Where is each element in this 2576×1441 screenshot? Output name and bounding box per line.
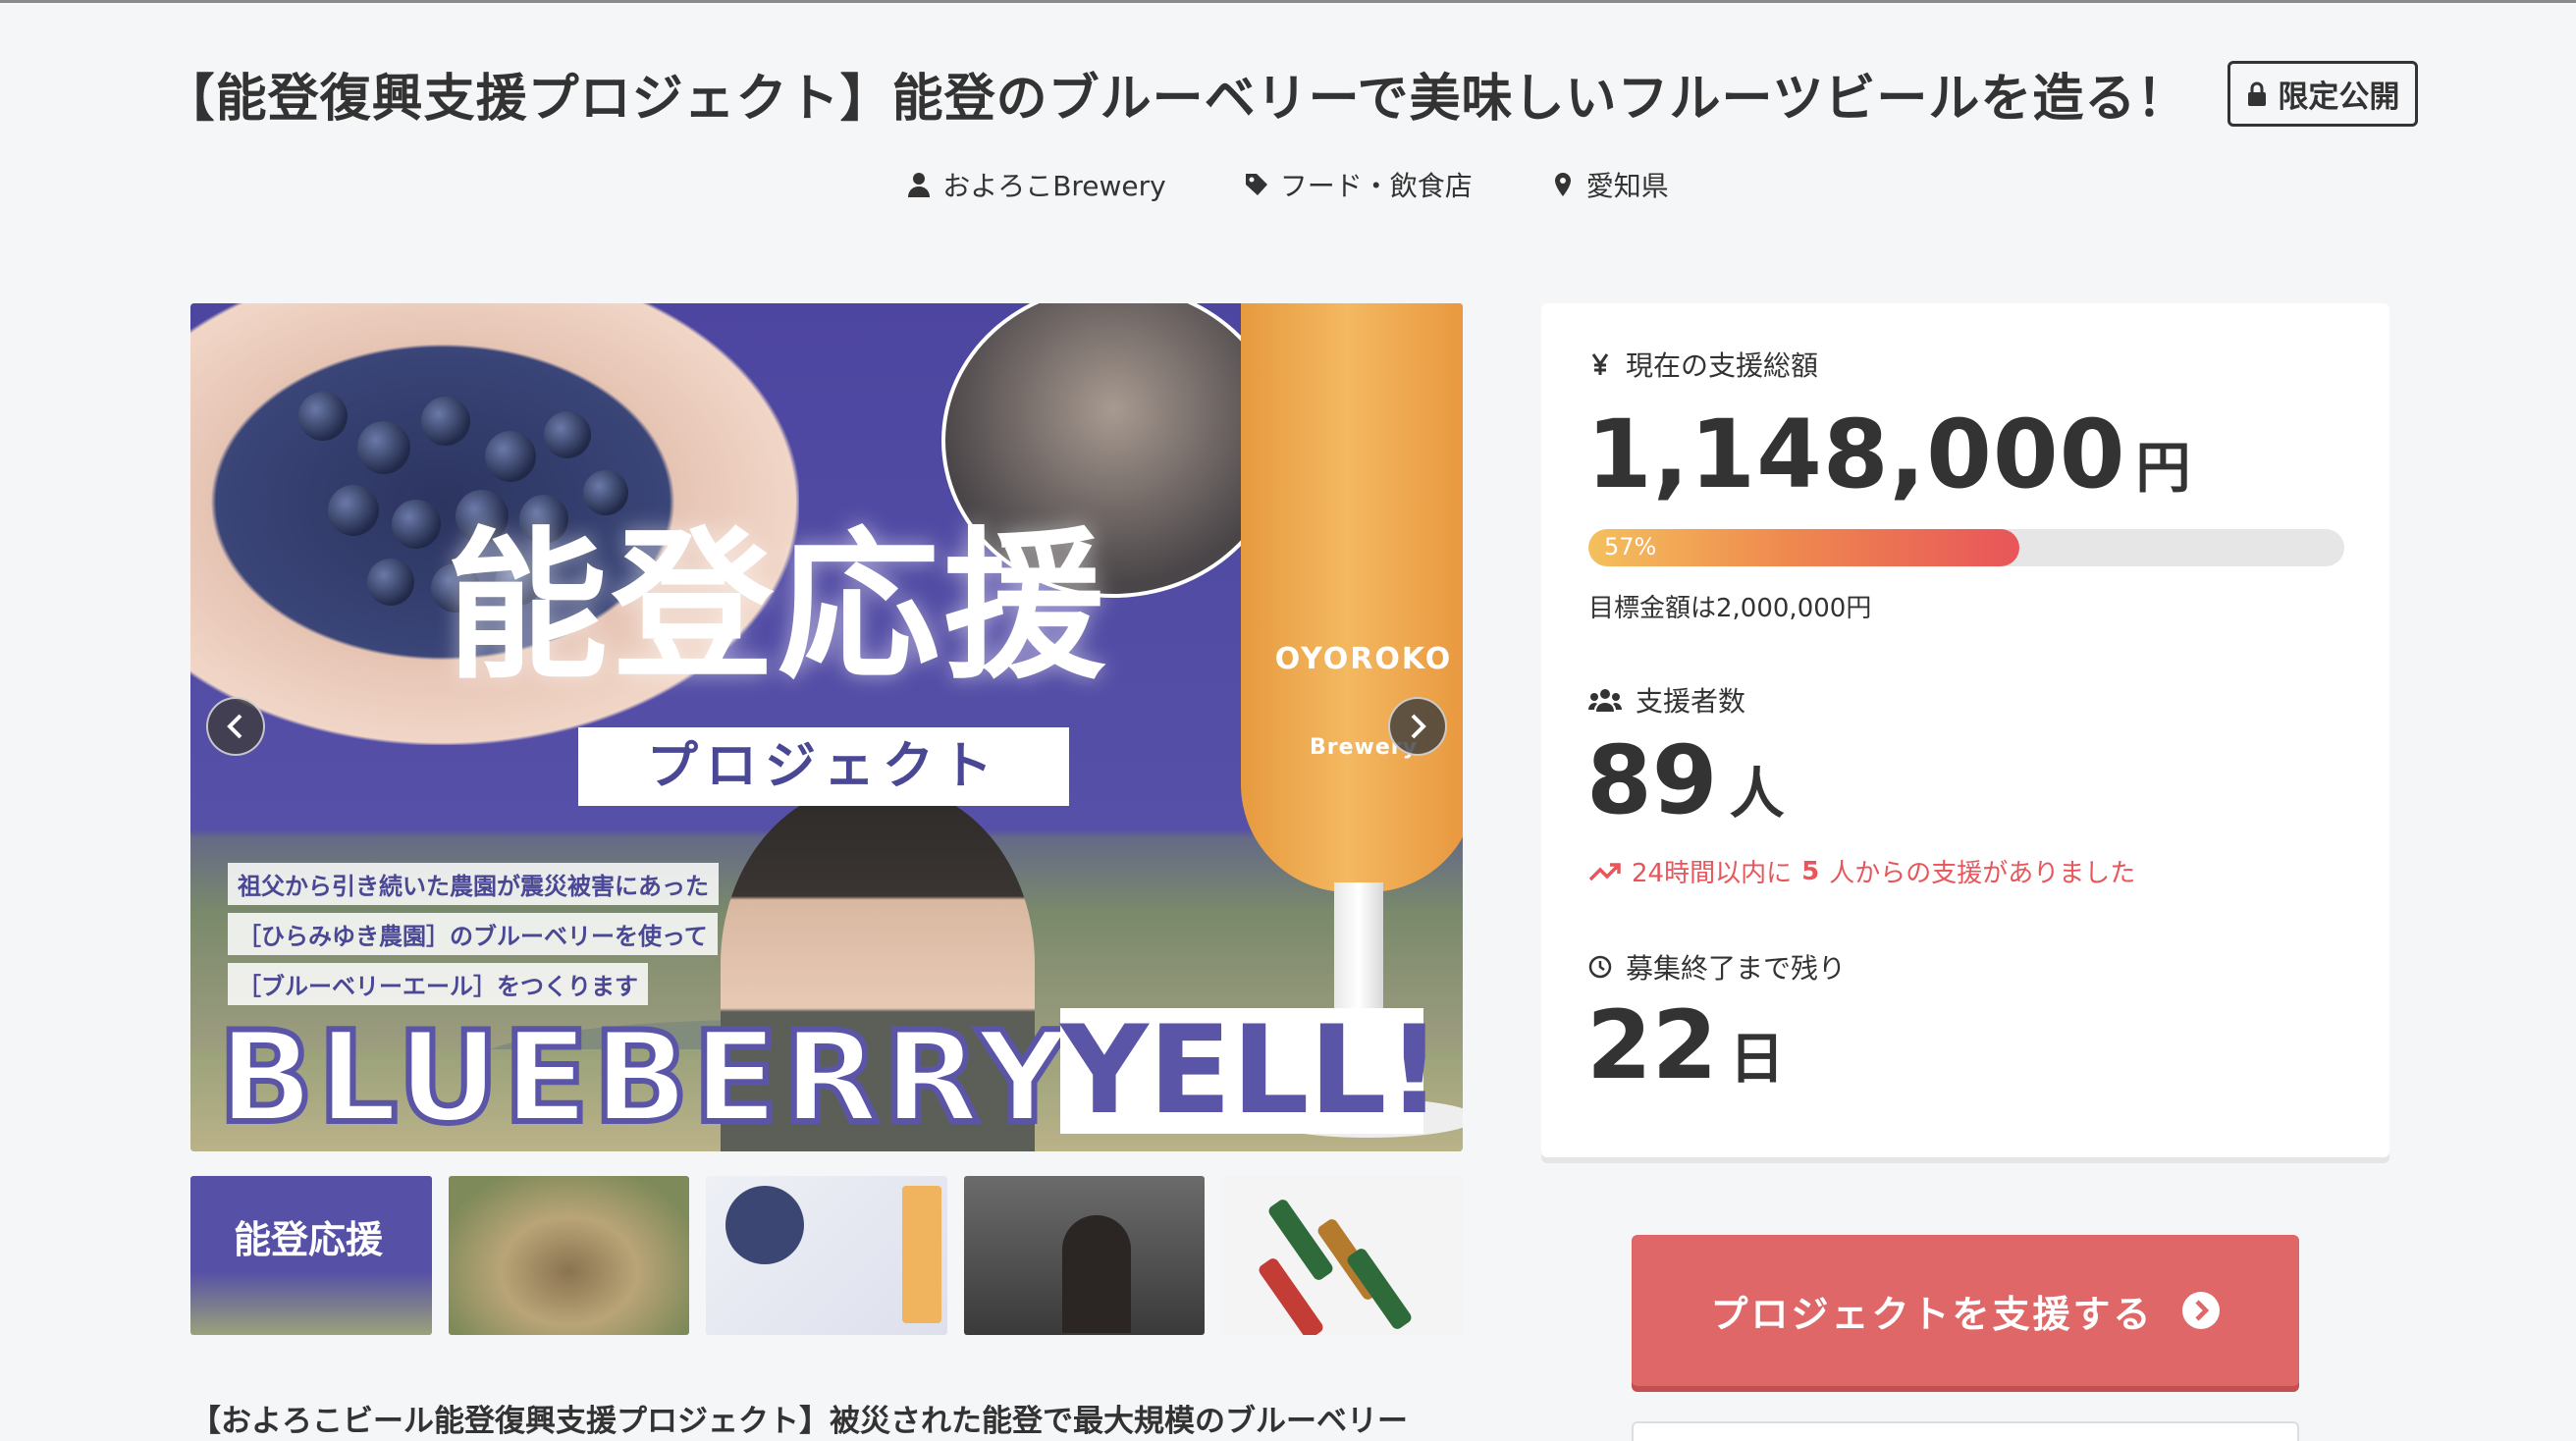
category-link[interactable]: フード・飲食店 xyxy=(1245,165,1473,204)
carousel-prev-button[interactable] xyxy=(206,697,265,756)
berry xyxy=(392,500,441,549)
tag-icon xyxy=(1245,174,1267,195)
top-border xyxy=(0,0,2576,3)
location-link[interactable]: 愛知県 xyxy=(1551,165,1669,204)
user-icon xyxy=(908,173,931,197)
thumbnail-1[interactable]: 能登応援 xyxy=(190,1176,432,1335)
hero-line: 祖父から引き続いた農園が震災被害にあった xyxy=(228,863,719,905)
thumbnail-strip: 能登応援 xyxy=(190,1176,1463,1335)
trend-suffix: 人からの支援がありました xyxy=(1829,859,2136,888)
total-amount-unit: 円 xyxy=(2135,437,2192,501)
total-label-row: 現在の支援総額 xyxy=(1588,345,1818,384)
trend-prefix: 24時間以内に xyxy=(1632,859,1793,888)
funding-stats-card: 現在の支援総額 1,148,000 円 57% 目標金額は2,000,000円 支… xyxy=(1541,303,2389,1157)
limited-badge-label: 限定公開 xyxy=(2278,80,2400,115)
owner-link[interactable]: およろこBrewery xyxy=(907,165,1166,204)
progress-fill: 57% xyxy=(1588,529,2019,566)
funding-progress-bar: 57% xyxy=(1588,529,2344,566)
hero-word-blueberry: BLUEBERRY xyxy=(215,1002,1072,1151)
location-name: 愛知県 xyxy=(1585,170,1669,202)
recent-support-note: 24時間以内に 5 人からの支援がありました xyxy=(1588,853,2135,889)
secondary-panel-edge xyxy=(1632,1421,2299,1441)
carousel-next-button[interactable] xyxy=(1388,697,1447,756)
remaining-label: 募集終了まで残り xyxy=(1626,952,1847,985)
map-pin-icon xyxy=(1554,173,1571,196)
thumbnail-1-text: 能登応援 xyxy=(234,1218,384,1261)
supporters-label: 支援者数 xyxy=(1636,685,1746,718)
thumbnail-4[interactable] xyxy=(963,1176,1206,1335)
berry xyxy=(367,559,414,606)
main-image-carousel[interactable]: OYOROKO Brewery 能登応援 プロジェクト 祖父から引き続いた農園が… xyxy=(190,303,1463,1151)
clock-icon xyxy=(1588,955,1612,979)
page-title: 【能登復興支援プロジェクト】能登のブルーベリーで美味しいフルーツビールを造る！ xyxy=(163,70,2189,129)
users-icon xyxy=(1588,689,1622,712)
title-row: 【能登復興支援プロジェクト】能登のブルーベリーで美味しいフルーツビールを造る！ … xyxy=(164,57,2419,131)
thumb-circle xyxy=(725,1186,805,1264)
project-meta: およろこBrewery フード・飲食店 愛知県 xyxy=(0,165,2576,204)
thumbnail-5[interactable] xyxy=(1221,1176,1463,1335)
arrow-circle-right-icon xyxy=(2181,1292,2220,1329)
berry xyxy=(328,485,379,536)
bottle xyxy=(1345,1246,1415,1332)
hero-line: ［ブルーベリーエール］をつくります xyxy=(228,963,648,1005)
thumb-glass xyxy=(902,1186,942,1323)
supporters-label-row: 支援者数 xyxy=(1588,680,1745,720)
brewery-logo-top: OYOROKO xyxy=(1274,642,1453,676)
thumbnail-2[interactable] xyxy=(448,1176,690,1335)
total-label: 現在の支援総額 xyxy=(1626,349,1819,382)
hero-subtitle: プロジェクト xyxy=(578,727,1069,806)
support-project-label: プロジェクトを支援する xyxy=(1710,1292,2154,1336)
remaining-days: 22 日 xyxy=(1586,990,1785,1100)
berry xyxy=(357,421,410,474)
chevron-right-icon xyxy=(1411,714,1426,739)
owner-name: およろこBrewery xyxy=(942,170,1166,202)
remaining-label-row: 募集終了まで残り xyxy=(1588,947,1846,987)
remaining-unit: 日 xyxy=(1729,1028,1785,1092)
support-project-button[interactable]: プロジェクトを支援する xyxy=(1632,1235,2299,1386)
hero-big-title: 能登応援 xyxy=(446,512,1109,701)
lock-icon xyxy=(2248,81,2267,106)
trend-count: 5 xyxy=(1801,856,1820,886)
berry xyxy=(421,397,470,446)
chevron-left-icon xyxy=(227,714,242,739)
hero-text-lines: 祖父から引き続いた農園が震災被害にあった ［ひらみゆき農園］のブルーベリーを使っ… xyxy=(228,863,719,1013)
hero-line: ［ひらみゆき農園］のブルーベリーを使って xyxy=(228,913,718,955)
remaining-value: 22 xyxy=(1586,990,1718,1100)
progress-percent: 57% xyxy=(1604,533,1657,560)
supporters-unit: 人 xyxy=(1729,763,1785,827)
supporters-value: 89 xyxy=(1586,725,1718,835)
goal-amount: 目標金額は2,000,000円 xyxy=(1588,594,1872,623)
berry xyxy=(298,392,348,441)
project-summary: 【およろこビール能登復興支援プロジェクト】被災された能登で最大規模のブルーベリー xyxy=(190,1404,1408,1439)
thumb-person xyxy=(1061,1215,1131,1333)
berry xyxy=(544,411,591,458)
hero-word-yell: YELL! xyxy=(1060,1000,1443,1142)
beer-glass xyxy=(1241,303,1463,892)
project-page: 【能登復興支援プロジェクト】能登のブルーベリーで美味しいフルーツビールを造る！ … xyxy=(0,0,2576,1441)
category-name: フード・飲食店 xyxy=(1279,170,1473,202)
total-amount: 1,148,000 円 xyxy=(1586,400,2192,509)
yen-icon xyxy=(1591,353,1609,375)
limited-badge: 限定公開 xyxy=(2227,61,2419,127)
supporters-count: 89 人 xyxy=(1586,725,1785,835)
thumbnail-3[interactable] xyxy=(706,1176,947,1335)
total-amount-value: 1,148,000 xyxy=(1586,400,2126,509)
trending-up-icon xyxy=(1588,862,1621,881)
